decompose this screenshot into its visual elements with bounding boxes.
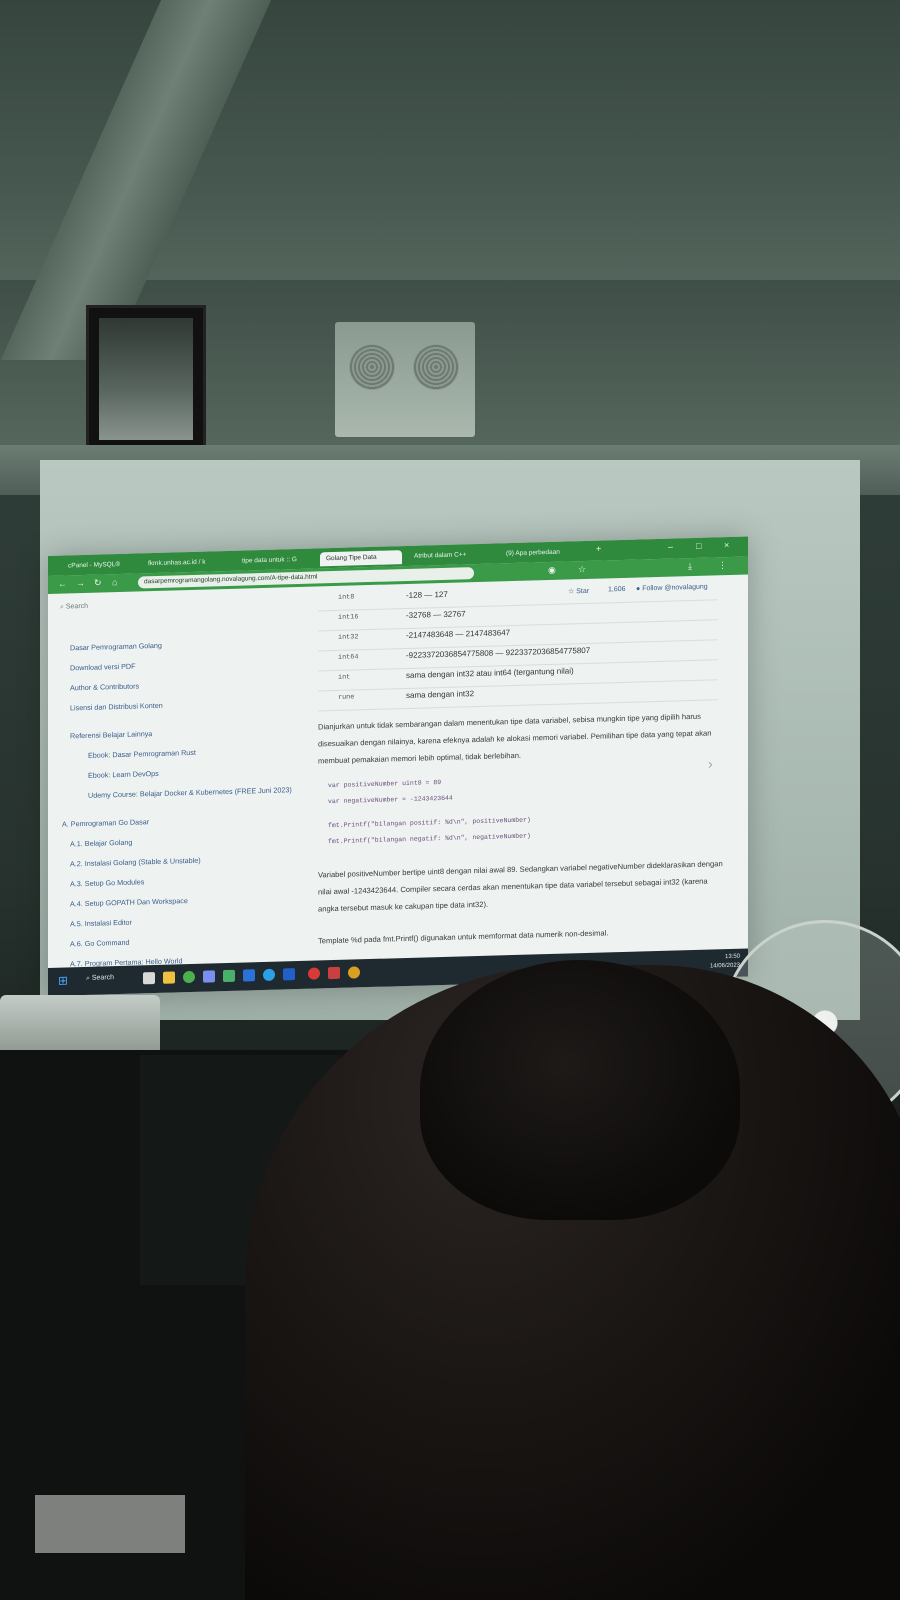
portrait-frame (86, 305, 206, 453)
main-content: ☆ Star 1,606 ● Follow @novalagung int8 -1… (318, 575, 736, 961)
range-cell: -32768 — 32767 (406, 609, 466, 621)
tab-cpanel[interactable]: cPanel - MySQL® (62, 558, 136, 574)
sidebar-item-a4[interactable]: A.4. Setup GOPATH Dan Workspace (70, 896, 188, 908)
sidebar-item-ebook-rust[interactable]: Ebook: Dasar Pemrograman Rust (88, 748, 196, 760)
sidebar-item-a2[interactable]: A.2. Instalasi Golang (Stable & Unstable… (70, 856, 201, 869)
type-cell: int16 (338, 613, 359, 622)
app-icon[interactable] (348, 966, 360, 979)
paragraph-explanation: Variabel positiveNumber bertipe uint8 de… (318, 859, 723, 914)
sidebar-item-dasar[interactable]: Dasar Pemrograman Golang (70, 641, 162, 653)
task-view-icon[interactable] (143, 972, 155, 985)
sidebar-item-a1[interactable]: A.1. Belajar Golang (70, 838, 132, 849)
sidebar-item-referensi[interactable]: Referensi Belajar Lainnya (70, 729, 152, 740)
projector (0, 995, 160, 1055)
paragraph-intro: Dianjurkan untuk tidak sembarangan dalam… (318, 711, 712, 766)
type-cell: rune (338, 693, 355, 702)
sidebar-item-section-a[interactable]: A. Pemrograman Go Dasar (62, 817, 149, 828)
sidebar-item-a3[interactable]: A.3. Setup Go Modules (70, 877, 144, 888)
download-icon[interactable]: ⤓ (688, 561, 692, 572)
type-cell: int32 (338, 633, 359, 642)
taskbar-search-label: Search (91, 974, 115, 982)
app-icon[interactable] (283, 968, 295, 981)
tab-fkmk[interactable]: fkmk.unhas.ac.id / k (142, 555, 214, 571)
code-line: fmt.Printf("bilangan positif: %d\n", pos… (328, 816, 531, 830)
projected-browser: cPanel - MySQL® fkmk.unhas.ac.id / k tip… (48, 536, 748, 996)
range-cell: -9223372036854775808 — 92233720368547758… (406, 645, 591, 661)
taskbar-clock: 13:50 14/06/2023 (710, 953, 740, 972)
paper-sheet (35, 1495, 185, 1553)
app-icon[interactable] (263, 968, 275, 981)
menu-icon[interactable]: ⋮ (718, 560, 727, 571)
sidebar-item-lisensi[interactable]: Lisensi dan Distribusi Konten (70, 701, 163, 713)
type-cell: int8 (338, 593, 355, 602)
app-icon[interactable] (223, 969, 235, 983)
code-line: fmt.Printf("bilangan negatif: %d\n", neg… (328, 832, 531, 846)
range-cell: -128 — 127 (406, 589, 448, 601)
sidebar-item-a6[interactable]: A.6. Go Command (70, 938, 130, 949)
code-line: var positiveNumber uint8 = 89 (328, 779, 442, 790)
maximize-icon[interactable]: □ (696, 541, 701, 551)
sidebar-item-download-pdf[interactable]: Download versi PDF (70, 662, 136, 673)
sidebar: ⌕ Search Dasar Pemrograman Golang Downlo… (48, 587, 298, 969)
google-icon[interactable]: ◉ (548, 565, 556, 576)
tab-tipe-data[interactable]: tipe data untuk :: G (236, 553, 310, 569)
tab-atribut[interactable]: Atribut dalam C++ (408, 548, 486, 564)
app-icon[interactable] (243, 969, 255, 982)
forward-icon[interactable]: → (76, 578, 85, 588)
tab-apa-perbedaan[interactable]: (9) Apa perbedaan (500, 545, 574, 561)
sidebar-item-a5[interactable]: A.5. Instalasi Editor (70, 918, 132, 929)
type-cell: int64 (338, 653, 359, 662)
wall-speaker (335, 322, 475, 437)
app-icon[interactable] (203, 970, 215, 983)
sidebar-item-author[interactable]: Author & Contributors (70, 681, 139, 692)
close-icon[interactable]: × (724, 540, 729, 550)
app-icon[interactable] (328, 966, 340, 980)
chrome-icon[interactable] (183, 970, 195, 984)
search-input[interactable]: ⌕ Search (60, 598, 280, 618)
back-icon[interactable]: ← (58, 578, 67, 588)
range-cell: -2147483648 — 2147483647 (406, 628, 511, 641)
type-cell: int (338, 673, 351, 682)
windows-start-icon[interactable]: ⊞ (58, 973, 71, 987)
sidebar-item-ebook-devops[interactable]: Ebook: Learn DevOps (88, 769, 159, 780)
app-icon[interactable] (308, 967, 320, 980)
next-page-icon[interactable]: › (708, 755, 713, 771)
minimize-icon[interactable]: – (668, 542, 673, 552)
taskbar-search[interactable]: ⌕ Search (86, 974, 114, 983)
sidebar-item-udemy[interactable]: Udemy Course: Belajar Docker & Kubernete… (88, 785, 292, 800)
code-line: var negativeNumber = -1243423644 (328, 794, 453, 806)
reload-icon[interactable]: ↻ (94, 578, 102, 589)
paragraph-template: Template %d pada fmt.Printf() digunakan … (318, 928, 609, 946)
range-cell: sama dengan int32 (406, 689, 475, 701)
range-cell: sama dengan int32 atau int64 (tergantung… (406, 666, 574, 681)
new-tab-icon[interactable]: + (596, 544, 601, 554)
bookmark-icon[interactable]: ☆ (578, 564, 586, 575)
file-explorer-icon[interactable] (163, 971, 175, 984)
home-icon[interactable]: ⌂ (112, 577, 117, 587)
search-placeholder: Search (65, 602, 89, 611)
tab-golang-tipe-data[interactable]: Golang Tipe Data (320, 550, 402, 567)
classroom-photo: cPanel - MySQL® fkmk.unhas.ac.id / k tip… (0, 0, 900, 1600)
person-head (420, 960, 740, 1220)
